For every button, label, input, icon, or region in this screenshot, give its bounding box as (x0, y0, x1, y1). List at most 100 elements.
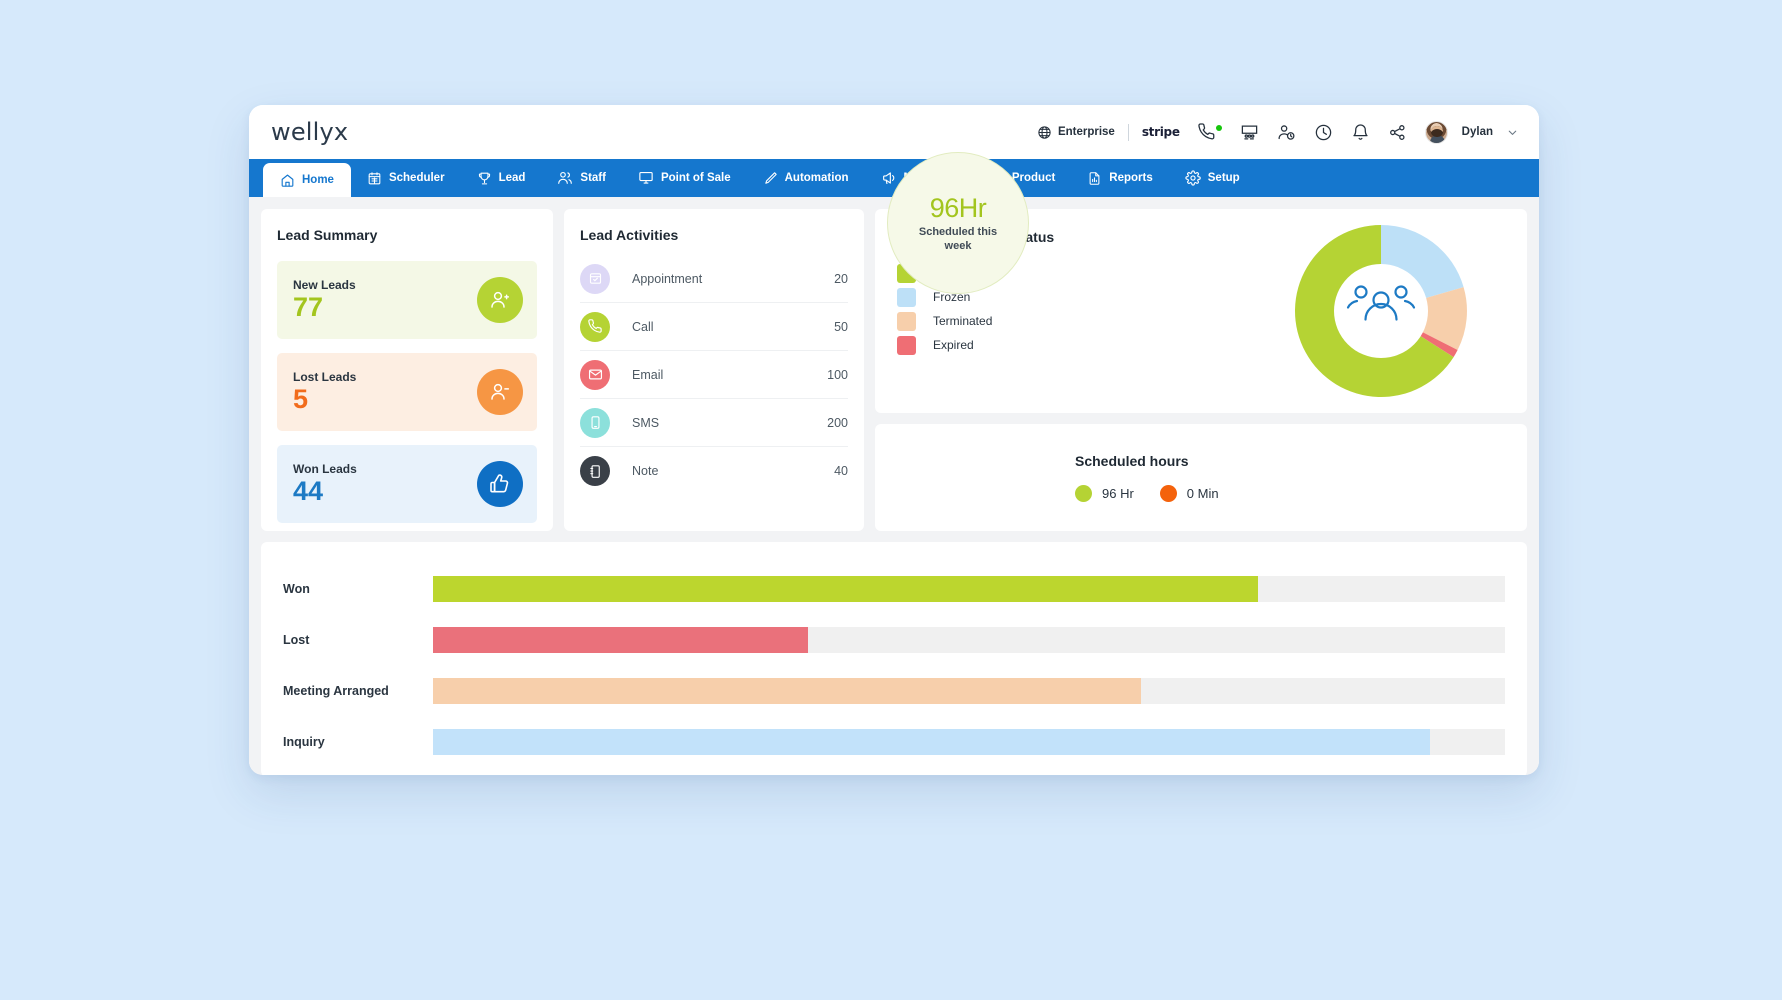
legend-label: 0 Min (1186, 486, 1219, 501)
funnel-fill (433, 728, 1430, 755)
gear-icon (1185, 170, 1201, 186)
user-clock-button[interactable] (1268, 123, 1305, 142)
lead-tile-lost-leads[interactable]: Lost Leads 5 (277, 353, 537, 431)
scheduled-hours-circle: 96Hr Scheduled this week (887, 152, 1029, 294)
user-name: Dylan (1461, 126, 1493, 138)
legend-label: Terminated (933, 314, 993, 328)
nav-label: Product (1011, 172, 1056, 184)
activity-count: 40 (834, 464, 848, 478)
nav-item-scheduler[interactable]: Scheduler (351, 159, 461, 197)
presentation-board-button[interactable] (1231, 123, 1268, 142)
header-divider (1127, 123, 1129, 141)
legend-swatch (897, 311, 916, 331)
activity-row-email[interactable]: Email 100 (580, 351, 848, 399)
scheduled-hours-item-hr[interactable]: 96 Hr (1075, 485, 1134, 502)
user-plus-icon (477, 277, 523, 323)
tile-value: 5 (293, 384, 309, 415)
funnel-track (433, 627, 1505, 654)
nav-item-point-of-sale[interactable]: Point of Sale (622, 159, 747, 197)
clock-button[interactable] (1305, 123, 1342, 142)
funnel-label: Lost (283, 633, 310, 648)
share-icon (1388, 123, 1407, 142)
nav-label: Automation (784, 172, 849, 184)
funnel-fill (433, 677, 1141, 704)
stripe-button[interactable]: stripe (1133, 125, 1189, 139)
funnel-label: Meeting Arranged (283, 683, 389, 698)
tile-label: New Leads (293, 278, 356, 293)
activity-row-appointment[interactable]: Appointment 20 (580, 255, 848, 303)
monitor-icon (638, 170, 654, 186)
tile-value: 77 (293, 292, 324, 323)
tile-label: Won Leads (293, 462, 357, 477)
funnel-row-lost[interactable]: Lost (283, 627, 1505, 654)
nav-item-staff[interactable]: Staff (541, 159, 622, 197)
activity-label: Email (632, 367, 664, 382)
activity-count: 200 (827, 415, 848, 430)
report-icon (1087, 171, 1102, 186)
app-header: wellyx Enterprise stripe Dylan (249, 105, 1539, 159)
phone-call-button[interactable] (1189, 123, 1231, 141)
nav-item-automation[interactable]: Automation (747, 159, 865, 197)
share-button[interactable] (1379, 123, 1416, 142)
nav-item-home[interactable]: Home (263, 163, 351, 197)
funnel-row-meeting-arranged[interactable]: Meeting Arranged (283, 677, 1505, 704)
scheduled-hours-item-min[interactable]: 0 Min (1159, 485, 1219, 502)
user-menu[interactable]: Dylan (1416, 120, 1521, 144)
presentation-board-icon (1240, 123, 1259, 142)
home-icon (280, 173, 295, 188)
activity-row-note[interactable]: Note 40 (580, 447, 848, 495)
nav-label: Scheduler (388, 172, 445, 184)
scheduled-hours-card: Scheduled hours 96 Hr 0 Min (875, 424, 1527, 531)
lead-activities-list: Appointment 20 Call 50 Email 100 SMS 200… (580, 255, 848, 495)
lead-funnel-chart: Won Lost Meeting Arranged Inquiry (261, 542, 1527, 775)
app-window: wellyx Enterprise stripe Dylan Home Sche… (249, 105, 1539, 775)
lead-tile-won-leads[interactable]: Won Leads 44 (277, 445, 537, 523)
header-actions: Enterprise stripe Dylan (1028, 120, 1521, 144)
lead-activities-card: Lead Activities Appointment 20 Call 50 E… (564, 209, 864, 531)
megaphone-icon (881, 170, 897, 186)
funnel-track (433, 576, 1505, 603)
user-minus-icon (477, 369, 523, 415)
nav-label: Point of Sale (660, 172, 731, 184)
phone-icon (580, 311, 610, 342)
scheduled-hours-title: Scheduled hours (1075, 453, 1189, 469)
clock-icon (1314, 123, 1333, 142)
activity-label: SMS (632, 415, 660, 430)
globe-icon (1037, 125, 1052, 140)
funnel-row-inquiry[interactable]: Inquiry (283, 728, 1505, 755)
memberships-donut-chart (1291, 221, 1471, 406)
online-status-dot (1215, 124, 1222, 131)
appointment-icon (580, 263, 610, 294)
scheduled-hours-block: Scheduled hours 96 Hr 0 Min (1075, 453, 1233, 502)
notifications-button[interactable] (1342, 123, 1379, 142)
tile-label: Lost Leads (293, 370, 357, 385)
brand-logo[interactable]: wellyx (271, 118, 348, 146)
nav-item-setup[interactable]: Setup (1169, 159, 1256, 197)
users-icon (557, 170, 573, 186)
right-column: Memberships by Status Active Frozen (875, 152, 1527, 531)
activity-row-call[interactable]: Call 50 (580, 303, 848, 351)
top-cards-row: Lead Summary New Leads 77 Lost Leads 5 W… (261, 152, 1527, 531)
lead-tile-new-leads[interactable]: New Leads 77 (277, 261, 537, 339)
nav-item-lead[interactable]: Lead (461, 159, 542, 197)
activity-row-sms[interactable]: SMS 200 (580, 399, 848, 447)
funnel-fill (433, 576, 1259, 603)
funnel-fill (433, 627, 809, 654)
avatar (1424, 120, 1448, 144)
funnel-row-won[interactable]: Won (283, 576, 1505, 603)
legend-swatch (897, 287, 916, 307)
lead-summary-title: Lead Summary (277, 227, 378, 243)
plan-label: Enterprise (1057, 126, 1115, 138)
legend-dot (1159, 485, 1177, 502)
scheduled-hours-legend: 96 Hr 0 Min (1075, 485, 1233, 502)
tile-value: 44 (293, 476, 324, 507)
nav-item-reports[interactable]: Reports (1071, 159, 1168, 197)
thumbs-up-icon (477, 461, 523, 507)
activity-count: 100 (827, 367, 848, 382)
trophy-icon (477, 171, 492, 186)
legend-dot (1075, 485, 1092, 502)
pen-icon (763, 171, 778, 186)
activity-count: 50 (834, 319, 848, 334)
sms-icon (580, 407, 610, 438)
plan-selector[interactable]: Enterprise (1028, 125, 1124, 140)
